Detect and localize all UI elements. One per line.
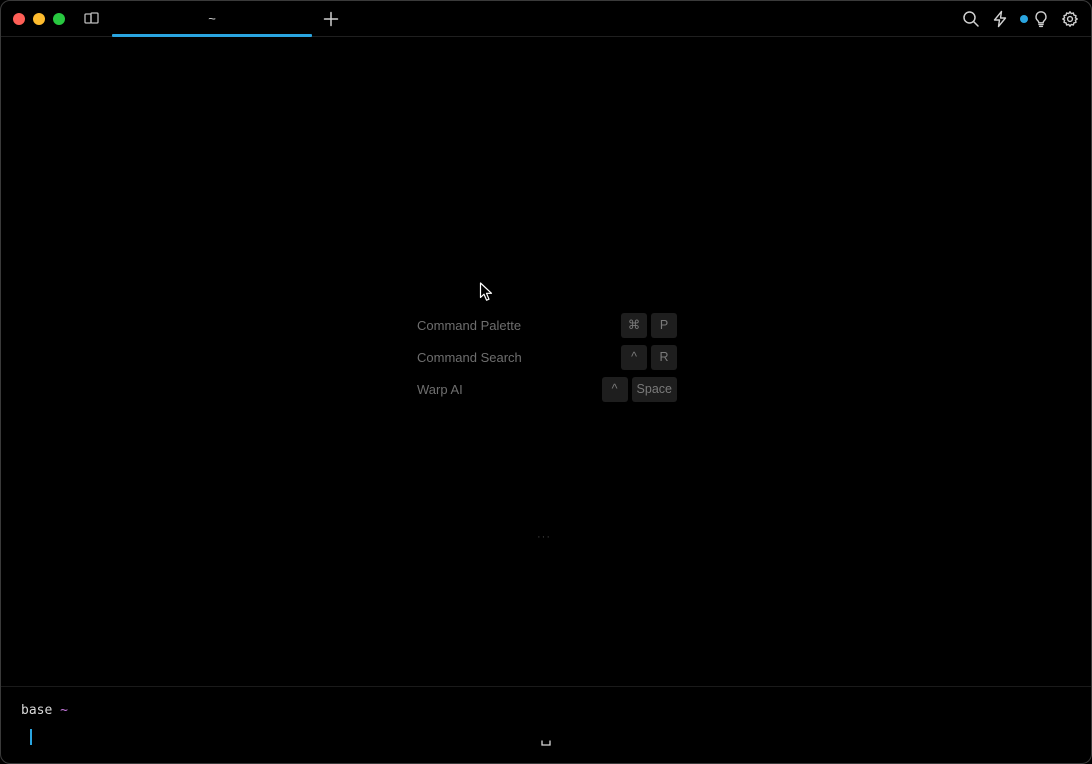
shortcut-label: Warp AI — [417, 382, 463, 397]
shortcut-keys: ^ Space — [601, 377, 677, 402]
maximize-window-button[interactable] — [53, 13, 65, 25]
terminal-window: ~ Command Palette ⌘ P Command Search ^ R… — [0, 0, 1092, 764]
shortcut-command-search: Command Search ^ R — [417, 345, 677, 371]
key-cap: ^ — [601, 377, 628, 402]
tab-title: ~ — [208, 11, 216, 26]
resize-handle[interactable]: ··· — [537, 531, 551, 543]
text-cursor — [30, 729, 32, 745]
command-input-area[interactable]: base ~ — [1, 686, 1091, 763]
space-key-icon — [541, 733, 551, 746]
plus-icon[interactable] — [322, 10, 340, 28]
shortcut-hints: Command Palette ⌘ P Command Search ^ R W… — [417, 313, 677, 409]
status-indicator-dot — [1020, 15, 1028, 23]
shortcut-command-palette: Command Palette ⌘ P — [417, 313, 677, 339]
key-cap: R — [651, 345, 677, 370]
shortcut-label: Command Search — [417, 350, 522, 365]
shortcut-keys: ^ R — [621, 345, 677, 370]
key-cap: ^ — [621, 345, 647, 370]
mouse-pointer-icon — [479, 282, 493, 302]
lightbulb-icon[interactable] — [1032, 10, 1050, 28]
panel-toggle-icon[interactable] — [83, 11, 101, 27]
prompt-env: base — [21, 703, 53, 718]
shortcut-warp-ai: Warp AI ^ Space — [417, 377, 677, 403]
prompt-directory: ~ — [60, 703, 68, 718]
active-tab-indicator — [112, 34, 312, 37]
key-cap: ⌘ — [621, 313, 647, 338]
gear-icon[interactable] — [1061, 10, 1079, 28]
close-window-button[interactable] — [13, 13, 25, 25]
prompt: base ~ — [21, 703, 68, 718]
key-cap: Space — [631, 377, 677, 402]
shortcut-keys: ⌘ P — [621, 313, 677, 338]
minimize-window-button[interactable] — [33, 13, 45, 25]
title-bar: ~ — [1, 1, 1091, 37]
key-cap: P — [651, 313, 677, 338]
search-icon[interactable] — [962, 10, 980, 28]
shortcut-label: Command Palette — [417, 318, 522, 333]
lightning-bolt-icon[interactable] — [991, 10, 1009, 28]
tab-home[interactable]: ~ — [112, 1, 312, 37]
